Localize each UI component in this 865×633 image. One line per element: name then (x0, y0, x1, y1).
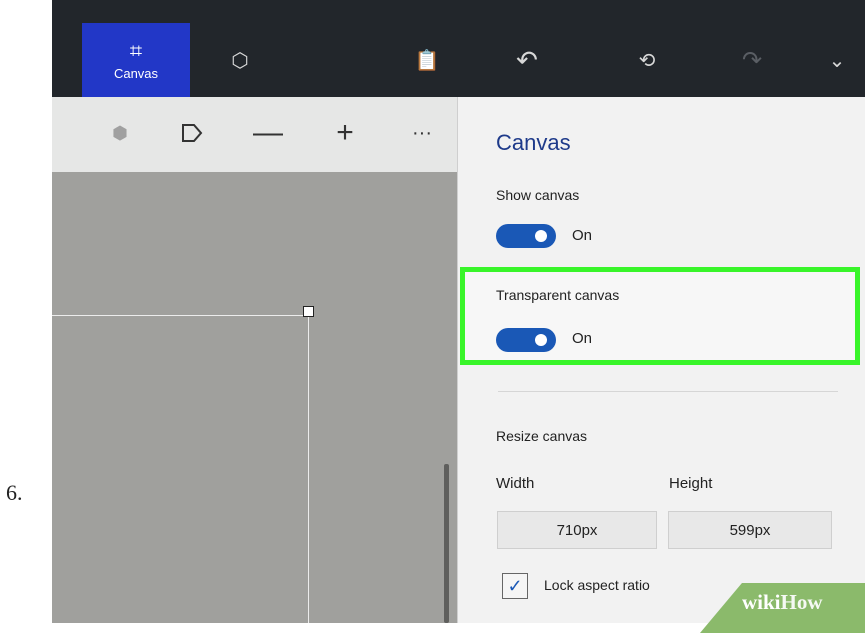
resize-canvas-label: Resize canvas (496, 428, 588, 444)
zoom-out-icon: — (253, 116, 283, 149)
secondary-toolbar: ⬢ — + ··· (52, 97, 457, 172)
canvas-tool-label: Canvas (113, 65, 159, 81)
wikihow-watermark: wikiHow (742, 590, 823, 614)
width-label: Width (496, 475, 535, 492)
top-toolbar: ⌗ Canvas ⬡ 📋 ↶ ⟲ ↷ ⌄ (52, 0, 865, 97)
canvas-top-edge (52, 315, 309, 316)
zoom-out-button[interactable]: — (248, 115, 288, 151)
panel-title: Canvas (496, 130, 571, 155)
step-number: 6. (6, 480, 23, 505)
canvas-side-panel: Canvas Show canvas On Transparent canvas… (457, 97, 865, 623)
canvas-tool-button[interactable]: ⌗ Canvas (82, 23, 190, 97)
height-label: Height (669, 475, 713, 492)
shape-button[interactable] (172, 115, 212, 151)
canvas-crop-icon: ⌗ (129, 37, 143, 63)
paste-icon: 📋 (414, 49, 440, 72)
toggle-knob (535, 334, 547, 346)
redo-icon: ↷ (741, 46, 763, 74)
3d-view-button[interactable]: ⬢ (100, 115, 140, 151)
checkmark-icon: ✓ (507, 575, 523, 596)
shape-icon (182, 124, 203, 142)
show-canvas-state: On (572, 227, 593, 244)
canvas-workspace[interactable] (52, 172, 457, 623)
canvas-right-edge (308, 315, 309, 623)
more-icon: ··· (412, 121, 432, 144)
paste-button[interactable]: 📋 (402, 23, 452, 97)
3d-library-icon: ⬡ (231, 49, 249, 72)
transparent-canvas-toggle[interactable] (496, 328, 556, 352)
paint3d-window: ⌗ Canvas ⬡ 📋 ↶ ⟲ ↷ ⌄ ⬢ — + ··· Canvas Sh… (52, 0, 865, 623)
vertical-scrollbar[interactable] (444, 464, 449, 623)
show-canvas-toggle[interactable] (496, 224, 556, 248)
transparent-canvas-label: Transparent canvas (496, 287, 620, 303)
undo-button[interactable]: ↶ (502, 23, 552, 97)
redo-button[interactable]: ↷ (727, 23, 777, 97)
chevron-down-icon: ⌄ (828, 49, 846, 72)
width-input[interactable]: 710px (497, 511, 657, 549)
lock-aspect-label: Lock aspect ratio (544, 577, 650, 593)
history-icon: ⟲ (638, 49, 656, 72)
more-options-button[interactable]: ··· (402, 115, 442, 151)
show-canvas-label: Show canvas (496, 187, 580, 203)
lock-aspect-checkbox[interactable]: ✓ (502, 573, 528, 599)
3d-view-icon: ⬢ (112, 122, 128, 143)
expand-menu-button[interactable]: ⌄ (812, 23, 862, 97)
toggle-knob (535, 230, 547, 242)
zoom-in-button[interactable]: + (325, 115, 365, 151)
canvas-resize-handle[interactable] (303, 306, 314, 317)
transparent-canvas-state: On (572, 330, 593, 347)
3d-library-button[interactable]: ⬡ (215, 23, 265, 97)
panel-divider (498, 391, 838, 392)
height-input[interactable]: 599px (668, 511, 832, 549)
undo-icon: ↶ (516, 44, 538, 75)
history-button[interactable]: ⟲ (622, 23, 672, 97)
zoom-in-icon: + (336, 116, 354, 149)
